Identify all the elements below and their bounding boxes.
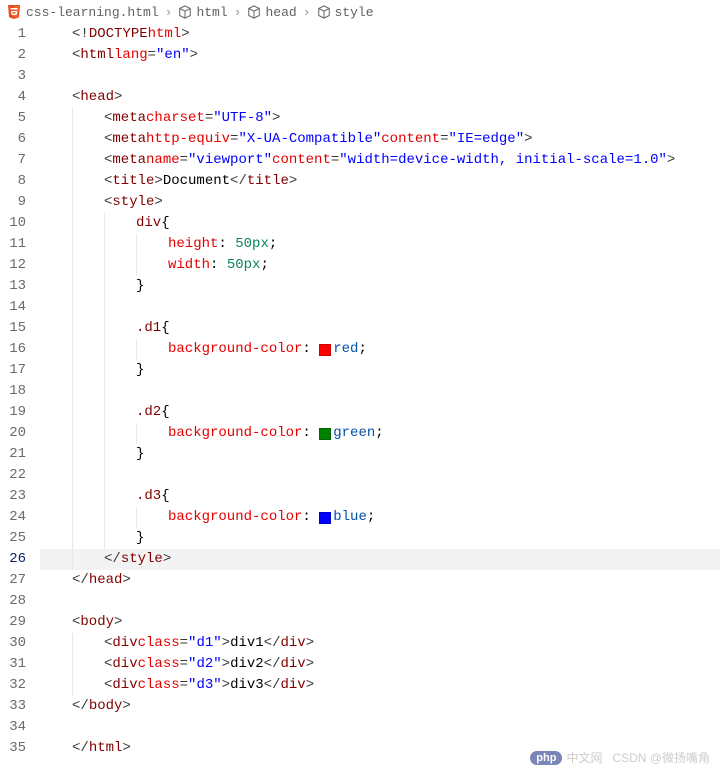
code-editor[interactable]: 1234567891011121314151617181920212223242… <box>0 24 720 776</box>
breadcrumb-label: head <box>265 5 296 20</box>
code-line[interactable]: .d3 { <box>40 486 720 507</box>
code-line[interactable]: </body> <box>40 696 720 717</box>
breadcrumb-label: html <box>196 5 227 20</box>
breadcrumb-html[interactable]: html <box>178 5 227 20</box>
code-line[interactable] <box>40 66 720 87</box>
code-line[interactable]: </head> <box>40 570 720 591</box>
code-line[interactable]: } <box>40 444 720 465</box>
code-line[interactable]: } <box>40 276 720 297</box>
breadcrumb-head[interactable]: head <box>247 5 296 20</box>
code-line[interactable]: background-color: red; <box>40 339 720 360</box>
code-line[interactable]: <html lang="en"> <box>40 45 720 66</box>
breadcrumb-file-label: css-learning.html <box>26 5 159 20</box>
code-line[interactable]: height: 50px; <box>40 234 720 255</box>
code-line[interactable]: </style> <box>40 549 720 570</box>
code-line[interactable]: <div class="d2">div2</div> <box>40 654 720 675</box>
code-line[interactable]: <meta name="viewport" content="width=dev… <box>40 150 720 171</box>
code-line[interactable]: .d1 { <box>40 318 720 339</box>
breadcrumb-file[interactable]: css-learning.html <box>6 4 159 20</box>
code-area[interactable]: <!DOCTYPE html><html lang="en"><head><me… <box>40 24 720 776</box>
code-line[interactable]: <meta http-equiv="X-UA-Compatible" conte… <box>40 129 720 150</box>
code-line[interactable]: <meta charset="UTF-8"> <box>40 108 720 129</box>
code-line[interactable] <box>40 381 720 402</box>
code-line[interactable]: <body> <box>40 612 720 633</box>
code-line[interactable] <box>40 465 720 486</box>
php-badge: php <box>530 751 562 765</box>
code-line[interactable]: <style> <box>40 192 720 213</box>
symbol-icon <box>317 5 331 19</box>
code-line[interactable]: div { <box>40 213 720 234</box>
chevron-right-icon: › <box>301 5 313 20</box>
code-line[interactable]: } <box>40 360 720 381</box>
code-line[interactable]: <!DOCTYPE html> <box>40 24 720 45</box>
code-line[interactable]: background-color: green; <box>40 423 720 444</box>
breadcrumb: css-learning.html › html › head › style <box>0 0 720 24</box>
code-line[interactable] <box>40 591 720 612</box>
html5-icon <box>6 4 22 20</box>
code-line[interactable]: <div class="d3">div3</div> <box>40 675 720 696</box>
code-line[interactable]: <head> <box>40 87 720 108</box>
code-line[interactable]: <title>Document</title> <box>40 171 720 192</box>
breadcrumb-label: style <box>335 5 374 20</box>
code-line[interactable]: <div class="d1">div1</div> <box>40 633 720 654</box>
breadcrumb-style[interactable]: style <box>317 5 374 20</box>
symbol-icon <box>178 5 192 19</box>
code-line[interactable] <box>40 717 720 738</box>
chevron-right-icon: › <box>232 5 244 20</box>
line-number-gutter: 1234567891011121314151617181920212223242… <box>0 24 40 776</box>
watermark: php 中文网 CSDN @微扬嘴角 <box>530 749 710 766</box>
code-line[interactable] <box>40 297 720 318</box>
code-line[interactable]: .d2 { <box>40 402 720 423</box>
code-line[interactable]: width: 50px; <box>40 255 720 276</box>
code-line[interactable]: } <box>40 528 720 549</box>
code-line[interactable]: background-color: blue; <box>40 507 720 528</box>
symbol-icon <box>247 5 261 19</box>
chevron-right-icon: › <box>163 5 175 20</box>
